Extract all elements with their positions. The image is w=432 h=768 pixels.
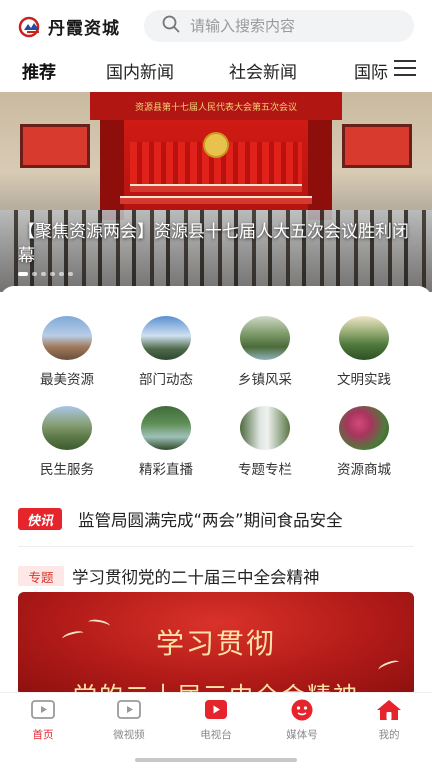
grid-label: 最美资源 bbox=[40, 372, 94, 388]
carousel-dot[interactable] bbox=[18, 272, 28, 276]
nav-label: 微视频 bbox=[113, 729, 145, 741]
grid-label: 部门动态 bbox=[139, 372, 193, 388]
carousel-dot[interactable] bbox=[32, 272, 37, 276]
video-icon bbox=[116, 699, 142, 721]
nav-label: 电视台 bbox=[200, 729, 232, 741]
curtain-left bbox=[100, 120, 124, 220]
grid-item-civilization[interactable]: 文明实践 bbox=[319, 316, 409, 388]
nav-profile[interactable]: 我的 bbox=[346, 699, 432, 742]
side-screen-right bbox=[342, 124, 412, 168]
divider bbox=[18, 546, 414, 547]
grid-item-department[interactable]: 部门动态 bbox=[121, 316, 211, 388]
green-hills-icon bbox=[339, 316, 389, 360]
nav-micro-video[interactable]: 微视频 bbox=[86, 699, 172, 742]
forest-stream-icon bbox=[141, 406, 191, 450]
podium-row bbox=[130, 184, 302, 192]
grid-item-livelihood[interactable]: 民生服务 bbox=[22, 406, 112, 478]
search-bar[interactable] bbox=[144, 10, 414, 42]
grid-item-special[interactable]: 专题专栏 bbox=[220, 406, 310, 478]
nav-tv[interactable]: 电视台 bbox=[173, 699, 259, 742]
content-card: 最美资源 部门动态 乡镇风采 文明实践 民生服务 精彩直播 专题专栏 资源商城 … bbox=[0, 286, 432, 696]
house-icon bbox=[376, 699, 402, 721]
side-screen-left bbox=[20, 124, 90, 168]
rock-peak-icon bbox=[42, 406, 92, 450]
logo-text: 丹霞资城 bbox=[48, 19, 120, 39]
grid-item-township[interactable]: 乡镇风采 bbox=[220, 316, 310, 388]
topic-title[interactable]: 学习贯彻党的二十届三中全会精神 bbox=[72, 564, 320, 588]
carousel-dot[interactable] bbox=[41, 272, 46, 276]
curtain-right bbox=[308, 120, 332, 220]
national-emblem-icon bbox=[203, 132, 229, 158]
stage-title: 资源县第十七届人民代表大会第五次会议 bbox=[134, 103, 297, 113]
search-icon bbox=[162, 15, 180, 37]
topic-header[interactable]: 专题 学习贯彻党的二十届三中全会精神 bbox=[18, 564, 418, 588]
quick-news-text[interactable]: 监管局圆满完成“两会”期间食品安全 bbox=[78, 507, 418, 531]
carousel-dot[interactable] bbox=[59, 272, 64, 276]
tab-international[interactable]: 国际 bbox=[354, 58, 388, 83]
topic-poster[interactable]: 学习贯彻 党的二十届三中全会精神 bbox=[18, 592, 414, 696]
grid-label: 专题专栏 bbox=[238, 462, 292, 478]
grid-label: 民生服务 bbox=[40, 462, 94, 478]
poster-heading: 学习贯彻 bbox=[155, 627, 276, 660]
banner-caption[interactable]: 【聚焦资源两会】资源县十七届人大五次会议胜利闭幕 bbox=[18, 220, 418, 268]
news-banner[interactable]: 资源县第十七届人民代表大会第五次会议 【聚焦资源两会】资源县十七届人大五次会议胜… bbox=[0, 92, 432, 292]
grid-item-live[interactable]: 精彩直播 bbox=[121, 406, 211, 478]
app-logo[interactable]: 丹霞资城 bbox=[18, 14, 120, 39]
flower-icon bbox=[339, 406, 389, 450]
mountain-sky-icon bbox=[141, 316, 191, 360]
nav-label: 我的 bbox=[378, 729, 400, 741]
search-input[interactable] bbox=[190, 17, 400, 35]
grid-item-mall[interactable]: 资源商城 bbox=[319, 406, 409, 478]
nav-home[interactable]: 首页 bbox=[0, 699, 86, 742]
bottom-nav: 首页 微视频 电视台 媒体号 我的 bbox=[0, 692, 432, 768]
app-header: 丹霞资城 bbox=[0, 0, 432, 50]
menu-icon[interactable] bbox=[394, 60, 416, 78]
topic-badge: 专题 bbox=[18, 566, 64, 586]
home-play-icon bbox=[30, 699, 56, 721]
waterfall-icon bbox=[240, 406, 290, 450]
logo-mark-icon bbox=[18, 16, 44, 38]
podium-row bbox=[120, 196, 312, 204]
quick-news-bar[interactable]: 快讯 监管局圆满完成“两会”期间食品安全 bbox=[18, 508, 418, 530]
grid-label: 乡镇风采 bbox=[238, 372, 292, 388]
tv-icon bbox=[203, 699, 229, 721]
tab-recommend[interactable]: 推荐 bbox=[22, 58, 56, 83]
nav-label: 首页 bbox=[32, 729, 54, 741]
tab-social-news[interactable]: 社会新闻 bbox=[229, 58, 297, 83]
quick-news-badge: 快讯 bbox=[18, 508, 62, 530]
scenic-town-icon bbox=[42, 316, 92, 360]
carousel-dot[interactable] bbox=[68, 272, 73, 276]
tab-domestic-news[interactable]: 国内新闻 bbox=[106, 58, 174, 83]
media-account-icon bbox=[289, 699, 315, 721]
carousel-dot[interactable] bbox=[50, 272, 55, 276]
category-tabs: 推荐 国内新闻 社会新闻 国际 bbox=[0, 52, 432, 88]
home-indicator[interactable] bbox=[135, 758, 297, 762]
nav-media[interactable]: 媒体号 bbox=[259, 699, 345, 742]
carousel-dots bbox=[18, 272, 73, 276]
grid-label: 文明实践 bbox=[337, 372, 391, 388]
grid-label: 资源商城 bbox=[337, 462, 391, 478]
river-valley-icon bbox=[240, 316, 290, 360]
nav-label: 媒体号 bbox=[286, 729, 318, 741]
grid-item-scenic[interactable]: 最美资源 bbox=[22, 316, 112, 388]
grid-label: 精彩直播 bbox=[139, 462, 193, 478]
